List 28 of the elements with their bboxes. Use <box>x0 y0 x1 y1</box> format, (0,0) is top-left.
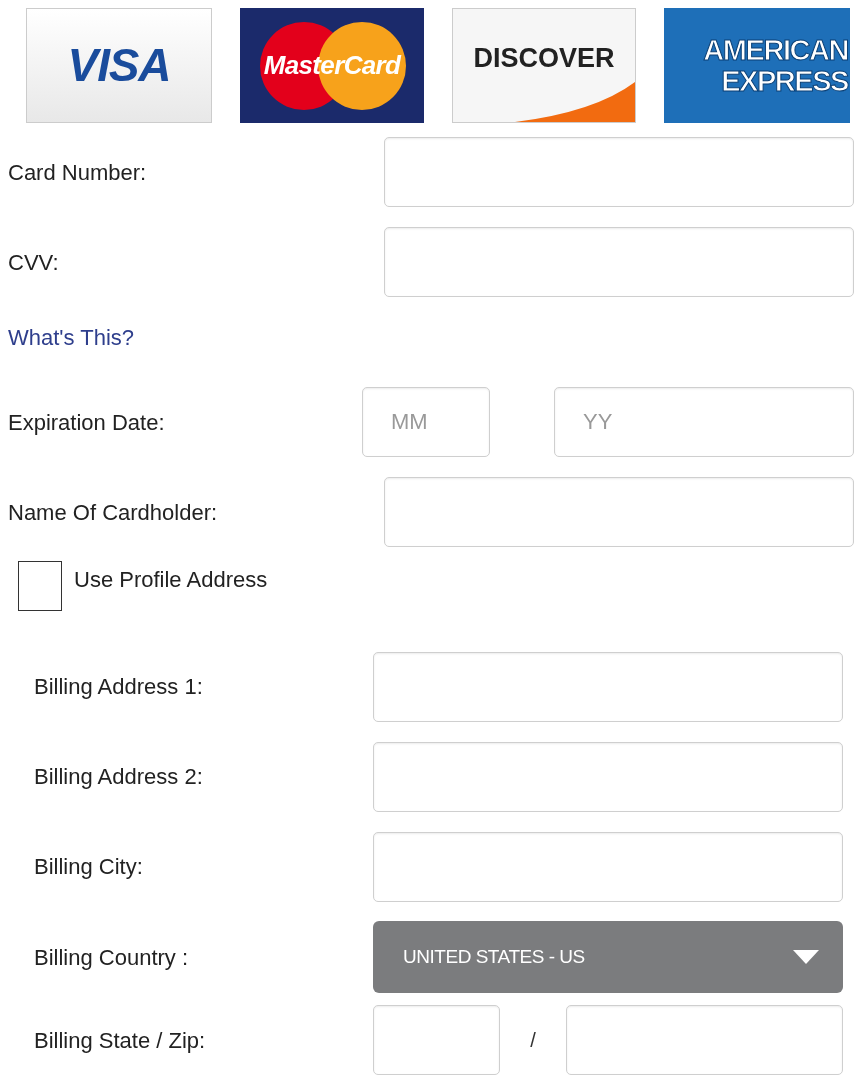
checkbox[interactable] <box>18 561 62 611</box>
month-field[interactable]: MM <box>362 387 490 457</box>
year-field[interactable]: YY <box>554 387 854 457</box>
field-label: Billing Address 1: <box>33 673 204 701</box>
card-logo: DISCOVER <box>452 8 636 123</box>
field-label: Billing Country : <box>33 943 190 972</box>
input-field[interactable] <box>384 227 854 297</box>
dropdown-caret-icon <box>793 950 819 964</box>
country-select[interactable]: UNITED STATES - US <box>373 921 843 993</box>
field-label: Billing City: <box>33 853 144 881</box>
field-label: Name Of Cardholder: <box>7 498 219 527</box>
separator: / <box>529 1028 537 1053</box>
field-label: Card Number: <box>7 158 148 187</box>
zip-field[interactable] <box>566 1005 843 1075</box>
state-field[interactable] <box>373 1005 500 1075</box>
field-label: CVV: <box>7 248 60 277</box>
field-label: Billing Address 2: <box>33 763 204 791</box>
input-field[interactable] <box>373 741 843 812</box>
card-logo: AMERICAN EXPRESS <box>664 8 850 123</box>
input-field[interactable] <box>373 831 843 902</box>
card-logo: VISA <box>26 8 212 123</box>
input-field[interactable] <box>373 651 843 722</box>
input-field[interactable] <box>384 137 854 207</box>
checkbox-label: Use Profile Address <box>74 566 268 594</box>
input-field[interactable] <box>384 477 854 547</box>
field-label: Billing State / Zip: <box>33 1026 207 1055</box>
field-label: Expiration Date: <box>7 408 166 437</box>
whats-this-link[interactable]: What's This? <box>0 320 135 354</box>
